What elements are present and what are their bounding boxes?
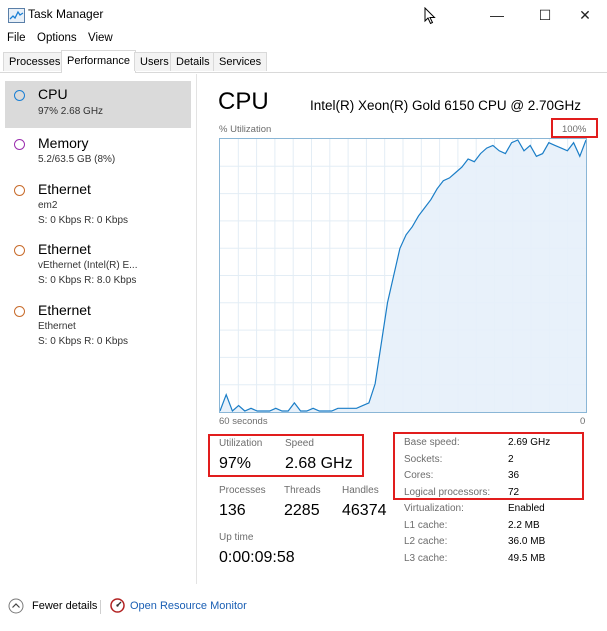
tab-processes[interactable]: Processes [3,52,67,71]
minimize-icon: — [490,7,504,23]
title-bar: Task Manager — ☐ ✕ [0,0,607,30]
sidebar-item-title: CPU [38,86,68,102]
maximize-icon: ☐ [538,6,552,23]
sidebar-item-throughput: S: 0 Kbps R: 0 Kbps [38,215,129,226]
spec-label: L1 cache: [404,519,448,531]
minimize-button[interactable]: — [475,0,519,30]
spec-row: L1 cache: 2.2 MB [404,520,579,536]
speed-label: Speed [285,438,314,449]
sidebar-item-throughput: S: 0 Kbps R: 8.0 Kbps [38,275,137,286]
menu-bar: File Options View [0,30,607,48]
spec-label: Sockets: [404,453,443,465]
sidebar-item-title: Ethernet [38,241,91,257]
sidebar-item-memory[interactable]: Memory 5.2/63.5 GB (8%) [5,132,191,172]
sidebar-item-detail: em2 [38,200,58,211]
tab-strip: Processes Performance Users Details Serv… [0,50,607,73]
spec-row: Sockets: 2 [404,454,579,470]
x-axis-right-label: 0 [580,416,586,427]
sidebar-item-ethernet-em2[interactable]: Ethernet em2 S: 0 Kbps R: 0 Kbps [5,178,191,233]
sidebar-item-detail: Ethernet [38,321,76,332]
tab-users[interactable]: Users [134,52,175,71]
spec-row: L2 cache: 36.0 MB [404,536,579,552]
spec-value: 2.69 GHz [508,437,551,448]
tab-details[interactable]: Details [170,52,216,71]
x-axis-left-label: 60 seconds [219,416,268,427]
handles-label: Handles [342,485,379,496]
utilization-axis-label: % Utilization [219,124,272,135]
task-manager-app-icon [8,8,25,23]
spec-value: 36 [508,470,520,481]
menu-view[interactable]: View [88,32,113,44]
sidebar-item-title: Ethernet [38,181,91,197]
sidebar-item-ethernet[interactable]: Ethernet Ethernet S: 0 Kbps R: 0 Kbps [5,299,191,354]
threads-value: 2285 [284,502,320,519]
menu-options[interactable]: Options [37,32,77,44]
resource-sidebar: CPU 97% 2.68 GHz Memory 5.2/63.5 GB (8%)… [0,74,197,584]
spec-row: L3 cache: 49.5 MB [404,553,579,569]
mouse-cursor-icon [424,6,436,30]
ethernet-indicator-icon [14,185,25,196]
sidebar-item-detail: 5.2/63.5 GB (8%) [38,154,116,165]
utilization-label: Utilization [219,438,263,449]
footer-divider [100,600,101,614]
uptime-value: 0:00:09:58 [219,549,295,566]
processes-label: Processes [219,485,266,496]
spec-label: L3 cache: [404,552,448,564]
spec-label: Base speed: [404,437,460,448]
sidebar-item-throughput: S: 0 Kbps R: 0 Kbps [38,336,129,347]
menu-file[interactable]: File [7,32,26,44]
sidebar-item-title: Memory [38,135,89,151]
spec-row: Logical processors: 72 [404,487,579,503]
close-icon: ✕ [579,6,591,23]
ethernet-indicator-icon [14,306,25,317]
cpu-utilization-graph [219,138,587,413]
collapse-chevron-icon [8,598,24,614]
ethernet-indicator-icon [14,245,25,256]
memory-indicator-icon [14,139,25,150]
sidebar-item-title: Ethernet [38,302,91,318]
resource-monitor-icon [110,598,125,613]
utilization-max-label: 100% [562,124,587,135]
spec-row: Virtualization: Enabled [404,503,579,519]
sidebar-item-cpu[interactable]: CPU 97% 2.68 GHz [5,81,191,128]
close-button[interactable]: ✕ [563,0,607,30]
spec-row: Cores: 36 [404,470,579,486]
page-title: CPU [218,88,269,115]
spec-label: Cores: [404,470,434,481]
speed-value: 2.68 GHz [285,455,353,472]
spec-label: Virtualization: [404,503,464,514]
sidebar-item-detail: 97% 2.68 GHz [38,106,104,117]
sidebar-item-ethernet-vethernet[interactable]: Ethernet vEthernet (Intel(R) E... S: 0 K… [5,238,191,293]
processes-value: 136 [219,502,246,519]
utilization-value: 97% [219,455,252,472]
spec-value: 36.0 MB [508,536,546,547]
window-title: Task Manager [28,7,104,21]
fewer-details-label: Fewer details [32,600,98,612]
spec-value: 72 [508,486,520,498]
spec-label: L2 cache: [404,536,448,547]
uptime-label: Up time [219,532,254,543]
footer-bar: Fewer details Open Resource Monitor [0,595,607,623]
handles-value: 46374 [342,502,387,519]
open-resource-monitor-label: Open Resource Monitor [130,600,247,612]
spec-label: Logical processors: [404,486,491,498]
sidebar-item-detail: vEthernet (Intel(R) E... [38,260,138,271]
spec-value: Enabled [508,503,545,514]
spec-value: 49.5 MB [508,552,546,564]
spec-row: Base speed: 2.69 GHz [404,437,579,453]
spec-value: 2 [508,453,514,465]
spec-value: 2.2 MB [508,519,540,531]
tab-performance[interactable]: Performance [61,50,136,73]
cpu-indicator-icon [14,90,25,101]
threads-label: Threads [284,485,321,496]
cpu-model-name: Intel(R) Xeon(R) Gold 6150 CPU @ 2.70GHz [310,98,582,113]
maximize-button[interactable]: ☐ [523,0,567,30]
tab-services[interactable]: Services [213,52,268,71]
